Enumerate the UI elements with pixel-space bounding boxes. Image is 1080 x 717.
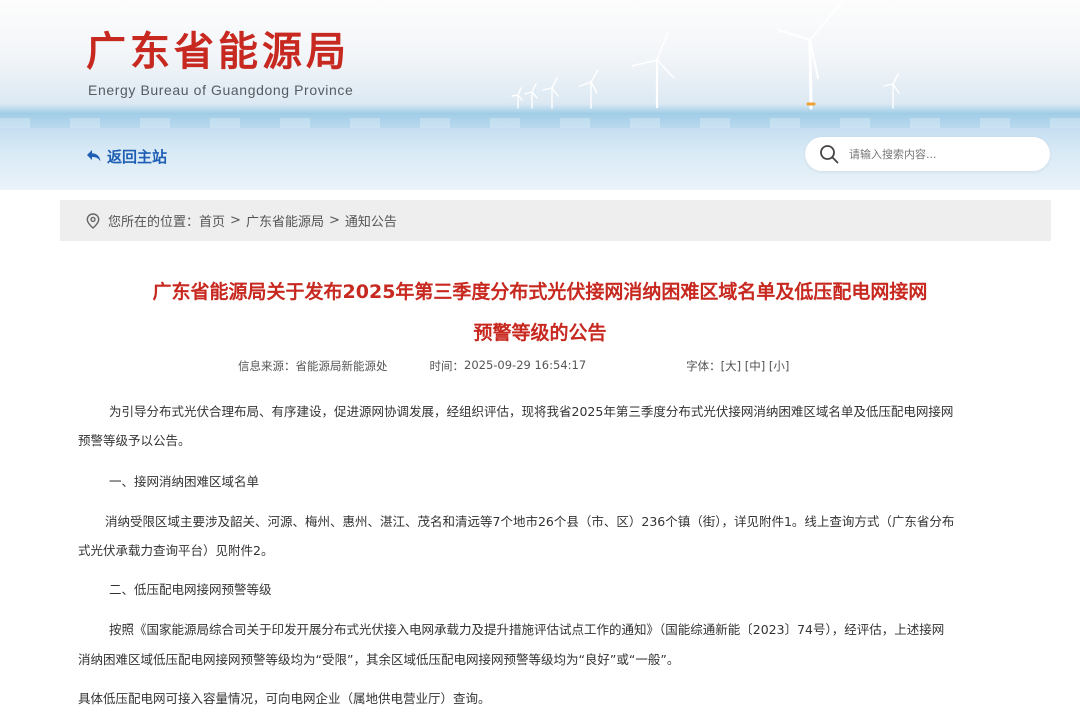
time-value: 2025-09-29 16:54:17 xyxy=(464,358,587,372)
breadcrumb-notices[interactable]: 通知公告 xyxy=(345,211,397,230)
article-meta: 信息来源： 省能源局新能源处 时间： 2025-09-29 16:54:17 字… xyxy=(238,358,789,374)
site-header: 广东省能源局 Energy Bureau of Guangdong Provin… xyxy=(0,0,1080,190)
article-title-line-2: 预警等级的公告 xyxy=(473,322,607,344)
location-pin-icon xyxy=(86,212,100,229)
search-box[interactable] xyxy=(805,137,1050,171)
breadcrumb-label: 您所在的位置： xyxy=(108,215,200,230)
source-value: 省能源局新能源处 xyxy=(295,359,388,373)
back-link-label: 返回主站 xyxy=(107,147,168,166)
search-input[interactable] xyxy=(849,147,1029,161)
site-logo-title: 广东省能源局 xyxy=(86,28,350,75)
paragraph-warning-line-2: 消纳困难区域低压配电网接网预警等级均为“受限”，其余区域低压配电网接网预警等级均… xyxy=(78,652,680,667)
back-to-main-site-link[interactable]: 返回主站 xyxy=(86,144,167,168)
font-large-link[interactable]: [大] xyxy=(721,359,741,373)
font-small-link[interactable]: [小] xyxy=(769,359,789,373)
breadcrumb-separator: > xyxy=(230,213,241,228)
breadcrumb: 您所在的位置： 首页 > 广东省能源局 > 通知公告 xyxy=(60,200,1051,241)
paragraph-capacity-query: 具体低压配电网可接入容量情况，可向电网企业（属地供电营业厅）查询。 xyxy=(78,691,491,706)
section-heading-2: 二、低压配电网接网预警等级 xyxy=(109,582,272,597)
breadcrumb-separator: > xyxy=(328,213,340,228)
time-label: 时间： xyxy=(429,359,465,373)
return-arrow-icon xyxy=(87,150,101,162)
paragraph-intro-line-2: 预警等级予以公告。 xyxy=(78,433,191,448)
breadcrumb-energy-bureau[interactable]: 广东省能源局 xyxy=(246,211,324,230)
section-heading-1: 一、接网消纳困难区域名单 xyxy=(109,474,260,489)
article-title-line-1: 广东省能源局关于发布2025年第三季度分布式光伏接网消纳困难区域名单及低压配电网… xyxy=(152,281,928,303)
search-icon[interactable] xyxy=(819,144,839,164)
site-logo-subtitle: Energy Bureau of Guangdong Province xyxy=(88,82,354,98)
paragraph-area-line-2: 式光伏承载力查询平台）见附件2。 xyxy=(78,543,274,558)
font-medium-link[interactable]: [中] xyxy=(745,359,765,373)
paragraph-area-line-1: 消纳受限区域主要涉及韶关、河源、梅州、惠州、湛江、茂名和清远等7个地市26个县（… xyxy=(105,514,955,529)
font-size-label: 字体： xyxy=(686,359,721,373)
paragraph-warning-line-1: 按照《国家能源局综合司关于印发开展分布式光伏接入电网承载力及提升措施评估试点工作… xyxy=(109,622,945,637)
breadcrumb-home[interactable]: 首页 xyxy=(199,211,225,230)
font-size-controls: [大] [中] [小] xyxy=(721,358,790,374)
paragraph-intro-line-1: 为引导分布式光伏合理布局、有序建设，促进源网协调发展，经组织评估，现将我省202… xyxy=(109,404,954,419)
source-label: 信息来源： xyxy=(238,359,296,373)
